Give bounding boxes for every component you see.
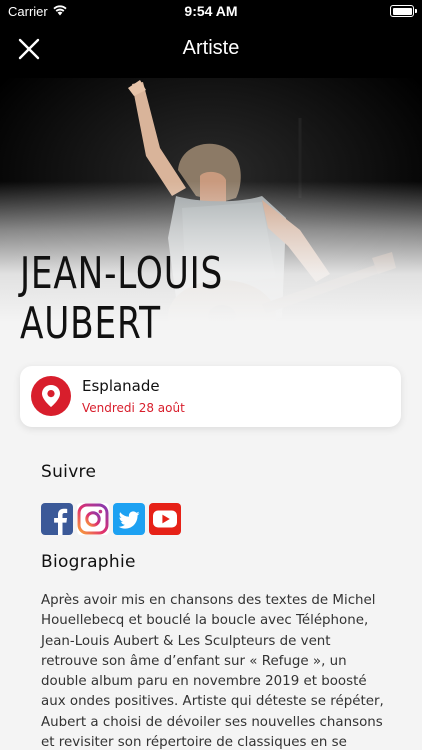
battery-icon <box>390 5 417 17</box>
venue-name: Esplanade <box>82 377 160 395</box>
biography-heading: Biographie <box>41 552 136 572</box>
artist-hero: JEAN-LOUIS AUBERT <box>0 78 422 350</box>
location-pin-icon <box>31 376 71 416</box>
venue-card[interactable]: Esplanade Vendredi 28 août <box>20 366 401 427</box>
clock: 9:54 AM <box>184 3 238 19</box>
page-title: Artiste <box>182 37 240 59</box>
status-bar: Carrier 9:54 AM <box>0 0 422 24</box>
follow-heading: Suivre <box>41 462 97 482</box>
biography-text: Après avoir mis en chansons des textes d… <box>41 593 384 750</box>
nav-bar: Artiste <box>0 24 422 76</box>
twitter-icon[interactable] <box>113 503 145 535</box>
facebook-icon[interactable] <box>41 503 73 535</box>
youtube-icon[interactable] <box>149 503 181 535</box>
artist-name: JEAN-LOUIS AUBERT <box>20 248 224 349</box>
venue-date: Vendredi 28 août <box>82 401 185 415</box>
instagram-icon[interactable] <box>77 503 109 535</box>
